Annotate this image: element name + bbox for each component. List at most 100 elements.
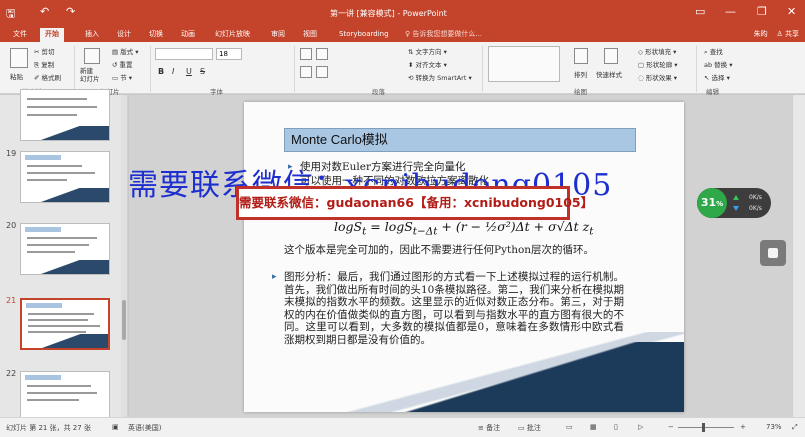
cut-button[interactable]: ✂ 剪切 xyxy=(34,46,55,56)
find-button[interactable]: ⌕ 查找 xyxy=(704,46,723,57)
slide-paragraph[interactable]: 这个版本是完全可加的，因此不需要进行任何Python层次的循环。 xyxy=(284,244,624,257)
divider xyxy=(150,46,151,92)
text-direction-button[interactable]: ⇅ 文字方向 ▾ xyxy=(408,46,447,56)
reset-button[interactable]: ↺ 重置 xyxy=(112,59,133,69)
canvas-scrollbar[interactable] xyxy=(792,95,805,417)
account-area[interactable]: 朱昀 ♙ 共享 xyxy=(754,29,799,39)
zoom-out-button[interactable]: − xyxy=(668,423,674,431)
slide-counter: 幻灯片 第 21 张，共 27 张 xyxy=(6,424,91,432)
formula-term: = logS xyxy=(366,219,413,234)
shape-effects-button[interactable]: ◌ 形状效果 ▾ xyxy=(638,72,677,82)
zoom-slider-knob[interactable] xyxy=(702,423,705,432)
undo-icon[interactable]: ↶ xyxy=(40,5,49,18)
slide-number: 19 xyxy=(6,149,17,158)
download-arrow-icon xyxy=(733,206,739,211)
new-slide-icon[interactable] xyxy=(84,48,100,64)
proofing-icon[interactable]: ▣ xyxy=(112,423,119,431)
quick-styles-icon[interactable] xyxy=(604,48,618,64)
numbering-icon[interactable] xyxy=(316,48,328,60)
new-slide-button[interactable]: 新建 幻灯片 xyxy=(80,67,100,83)
tab-animations[interactable]: 动画 xyxy=(176,28,200,42)
scrollbar-thumb[interactable] xyxy=(122,300,126,340)
floating-side-button[interactable] xyxy=(760,240,786,266)
zoom-slider[interactable] xyxy=(678,427,734,428)
share-button[interactable]: ♙ 共享 xyxy=(776,30,799,38)
tab-home[interactable]: 开始 xyxy=(40,28,64,42)
tab-design[interactable]: 设计 xyxy=(112,28,136,42)
align-text-button[interactable]: ⬍ 对齐文本 ▾ xyxy=(408,59,447,69)
formula-term: + (r − ½σ²)Δt + σ√Δt z xyxy=(437,219,590,234)
arrange-button[interactable]: 排列 xyxy=(574,69,587,79)
convert-smartart-button[interactable]: ⟲ 转换为 SmartArt ▾ xyxy=(408,72,472,82)
section-button[interactable]: ▭ 节 ▾ xyxy=(112,72,132,82)
slide-thumbnail[interactable] xyxy=(20,89,110,141)
upload-arrow-icon xyxy=(733,195,739,200)
slide-title[interactable]: Monte Carlo模拟 xyxy=(284,128,636,152)
upload-speed: 0K/s xyxy=(749,194,762,201)
font-name-dropdown[interactable] xyxy=(155,48,213,60)
reading-view-icon[interactable]: ▯ xyxy=(614,423,618,431)
minimize-button[interactable]: — xyxy=(725,5,736,18)
tell-me-search[interactable]: ♀ 告诉我您想要做什么... xyxy=(405,29,482,39)
redo-icon[interactable]: ↷ xyxy=(66,5,75,18)
slide-thumbnail[interactable] xyxy=(20,151,110,203)
bold-button[interactable]: B xyxy=(158,67,164,76)
slideshow-icon[interactable]: ▷ xyxy=(638,423,643,431)
slide-thumbnail[interactable] xyxy=(20,371,110,423)
zoom-level[interactable]: 73% xyxy=(766,423,782,431)
format-painter-button[interactable]: ✐ 格式刷 xyxy=(34,72,61,82)
slide-thumbnail-active[interactable] xyxy=(20,298,110,350)
title-bar: 🖫 ↶ ↷ 第一讲 [兼容模式] - PowerPoint ▭ — ❐ ✕ xyxy=(0,0,805,26)
normal-view-icon[interactable]: ▭ xyxy=(566,423,573,431)
notes-button[interactable]: ≡ 备注 xyxy=(478,423,500,433)
close-button[interactable]: ✕ xyxy=(787,5,796,18)
tab-view[interactable]: 视图 xyxy=(298,28,322,42)
quick-styles-button[interactable]: 快速样式 xyxy=(596,69,622,79)
tab-storyboarding[interactable]: Storyboarding xyxy=(334,28,394,42)
current-slide[interactable]: Monte Carlo模拟 ▸ 使用对数Euler方案进行完全向量化 可以使用一… xyxy=(244,102,684,412)
layout-button[interactable]: ▤ 版式 ▾ xyxy=(112,46,139,56)
language-indicator[interactable]: 英语(美国) xyxy=(128,423,161,433)
fit-slide-icon[interactable]: ⤢ xyxy=(792,423,798,432)
paste-button[interactable]: 粘贴 xyxy=(10,71,23,81)
slide-bullet[interactable]: 图形分析：最后，我们通过图形的方式看一下上述模拟过程的运行机制。首先，我们做出所… xyxy=(284,271,624,346)
replace-button[interactable]: ab 替换 ▾ xyxy=(704,59,733,69)
align-center-icon[interactable] xyxy=(316,66,328,78)
font-size-dropdown[interactable]: 18 xyxy=(216,48,242,60)
copy-button[interactable]: ⎘ 复制 xyxy=(34,59,54,70)
ribbon-home: 粘贴 ✂ 剪切 ⎘ 复制 ✐ 格式刷 剪贴板 新建 幻灯片 ▤ 版式 ▾ ↺ 重… xyxy=(0,42,805,96)
save-icon[interactable]: 🖫 xyxy=(6,5,15,24)
tab-insert[interactable]: 插入 xyxy=(80,28,104,42)
thumbnail-scrollbar[interactable] xyxy=(121,95,127,417)
slide-sorter-icon[interactable]: ▦ xyxy=(590,423,597,431)
window-title: 第一讲 [兼容模式] - PowerPoint xyxy=(330,9,447,18)
tab-transitions[interactable]: 切换 xyxy=(144,28,168,42)
align-left-icon[interactable] xyxy=(300,66,312,78)
comments-button[interactable]: ▭ 批注 xyxy=(518,423,541,433)
bullets-icon[interactable] xyxy=(300,48,312,60)
tab-slideshow[interactable]: 幻灯片放映 xyxy=(210,28,255,42)
slide-number: 22 xyxy=(6,369,17,378)
shapes-gallery[interactable] xyxy=(488,46,560,82)
slide-thumbnail[interactable] xyxy=(20,223,110,275)
underline-button[interactable]: U xyxy=(186,67,192,76)
zoom-in-button[interactable]: + xyxy=(740,423,746,431)
strikethrough-button[interactable]: S xyxy=(200,67,205,76)
speed-percent: 31% xyxy=(697,188,727,218)
network-speed-widget[interactable]: 31% 0K/s 0K/s xyxy=(697,188,771,218)
shape-fill-button[interactable]: ◇ 形状填充 ▾ xyxy=(638,46,676,56)
slide-formula[interactable]: logSt = logSt−Δt + (r − ½σ²)Δt + σ√Δt zt xyxy=(334,219,593,238)
shape-outline-button[interactable]: ▢ 形状轮廓 ▾ xyxy=(638,59,678,69)
tab-file[interactable]: 文件 xyxy=(8,28,32,42)
italic-button[interactable]: I xyxy=(172,67,174,76)
divider xyxy=(696,46,697,92)
status-bar: 幻灯片 第 21 张，共 27 张 ▣ 英语(美国) ≡ 备注 ▭ 批注 ▭ ▦… xyxy=(0,417,805,437)
restore-button[interactable]: ❐ xyxy=(757,5,767,18)
arrange-icon[interactable] xyxy=(574,48,588,64)
ribbon-display-icon[interactable]: ▭ xyxy=(695,5,705,18)
formula-subscript: t−Δt xyxy=(412,225,438,238)
paste-icon[interactable] xyxy=(10,48,28,68)
user-name[interactable]: 朱昀 xyxy=(754,30,768,38)
select-button[interactable]: ↖ 选择 ▾ xyxy=(704,72,730,82)
tab-review[interactable]: 审阅 xyxy=(266,28,290,42)
